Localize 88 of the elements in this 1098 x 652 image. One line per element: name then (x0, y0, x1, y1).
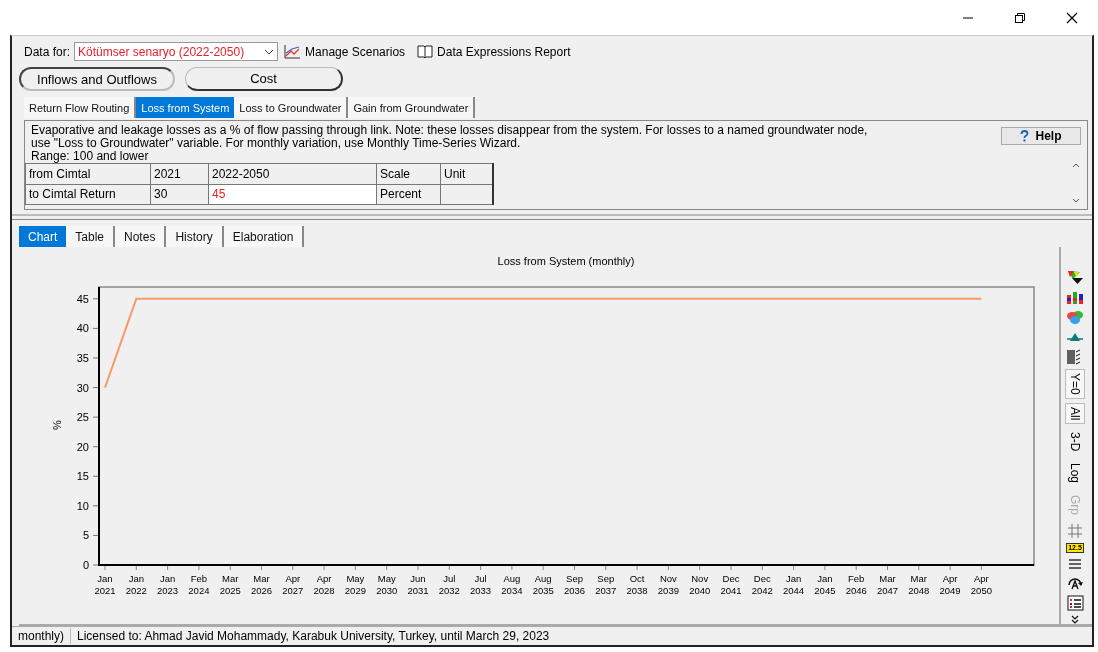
tick-label: Dec 2042 (751, 573, 773, 596)
tick-label: Mar 2026 (250, 573, 273, 596)
tick-label: 20 (76, 440, 89, 453)
tab[interactable]: Elaboration (223, 226, 305, 247)
tick-label: Mar 2025 (219, 573, 241, 596)
tick-label: Mar 2048 (908, 573, 930, 596)
tick-label: 10 (76, 499, 89, 512)
tick-label: Jan 2023 (157, 573, 179, 596)
tick-label: May 2030 (376, 573, 398, 596)
tick-label: Dec 2041 (720, 573, 742, 596)
restore-icon[interactable] (1014, 11, 1026, 24)
double-chevron-icon[interactable] (1071, 615, 1079, 625)
tab[interactable]: Chart (19, 226, 67, 247)
question-icon[interactable] (1020, 130, 1030, 142)
help-button[interactable]: Help (1001, 127, 1081, 145)
chart-toggle-button[interactable]: 3-D (1065, 428, 1085, 456)
line-chart-icon[interactable] (284, 44, 302, 59)
tick-label: Nov 2039 (657, 573, 679, 596)
tab[interactable]: Loss to Groundwater (234, 97, 349, 118)
tick-label: Apr 2028 (313, 573, 335, 596)
tick-label: Aug 2034 (501, 573, 523, 596)
chart-export-icon[interactable] (1066, 269, 1084, 285)
scenario-dropdown[interactable]: Kötümser senaryo (2022-2050) (74, 42, 279, 61)
tick-label: Apr 2049 (939, 573, 961, 596)
chart-toggle-button[interactable]: All (1065, 402, 1085, 425)
category-button[interactable]: Inflows and Outflows (19, 67, 175, 91)
tick-label: 25 (76, 411, 89, 424)
tick-label: Jan 2045 (814, 573, 836, 596)
status-text: monthly) (12, 628, 71, 645)
description-text: Evaporative and leakage losses as a % of flow passing through link. Note: these losses disappear from the system. For losses to a named groundwater node, use "Loss to Groundwater" variable. For monthly variation, use Monthly Time-Series Wizard. (31, 124, 869, 150)
tick-label: 15 (76, 470, 89, 483)
tick-label: Mar 2047 (876, 573, 899, 596)
column-header: Scale (376, 163, 441, 184)
toolbar-link[interactable]: Data Expressions Report (437, 44, 571, 59)
status-text: Licensed to: Ahmad Javid Mohammady, Karabuk University, Turkey, until March 29, 2023 (76, 628, 551, 645)
tick-label: Aug 2035 (532, 573, 554, 596)
column-header: 2021 (150, 163, 209, 184)
tab[interactable]: Return Flow Routing (24, 97, 137, 118)
scroll-down-icon[interactable] (1072, 198, 1080, 203)
tick-label: Jun 2031 (407, 573, 429, 596)
book-icon[interactable] (417, 44, 434, 59)
toolbar-link[interactable]: Manage Scenarios (305, 44, 406, 59)
chart-toggle-button[interactable]: Y=0 (1065, 369, 1085, 399)
row-header: to Cimtal Return (25, 184, 151, 205)
legend-icon[interactable] (1066, 595, 1084, 612)
tick-label: Jul 2032 (438, 573, 460, 596)
tick-label: Sep 2037 (595, 573, 617, 596)
tick-label: Sep 2036 (563, 573, 586, 596)
category-button[interactable]: Cost (185, 67, 343, 91)
tick-label: 40 (76, 322, 89, 335)
bar-chart-icon[interactable] (1066, 289, 1084, 305)
tick-label: Apr 2027 (282, 573, 304, 596)
tick-label: Jan 2021 (94, 573, 116, 596)
tick-label: Feb 2024 (188, 573, 210, 596)
column-header: 2022-2050 (208, 163, 377, 184)
lines-icon[interactable] (1067, 557, 1083, 572)
tick-label: Apr 2050 (970, 573, 992, 596)
chart-title: Loss from System (monthly) (497, 255, 635, 267)
tick-label: Feb 2046 (845, 573, 867, 596)
column-header: from Cimtal (25, 163, 151, 184)
range-text: Range: 100 and lower (30, 150, 150, 162)
rotate-icon[interactable] (1066, 575, 1084, 592)
close-icon[interactable] (1066, 11, 1078, 24)
tick-label: Jul 2033 (470, 573, 492, 596)
chart-toggle-button[interactable]: Log (1065, 459, 1085, 488)
tab[interactable]: History (166, 226, 224, 247)
column-header: Unit (440, 163, 493, 184)
table-cell[interactable]: 30 (150, 184, 209, 205)
tab[interactable]: Gain from Groundwater (348, 97, 476, 118)
field-label: Data for: (24, 44, 71, 59)
tick-label: Oct 2038 (626, 573, 648, 596)
grid-icon[interactable] (1067, 523, 1083, 540)
tick-label: Jan 2022 (125, 573, 147, 596)
table-cell[interactable]: Percent (376, 184, 441, 205)
tick-label: 45 (76, 292, 89, 305)
tick-label: May 2029 (344, 573, 366, 596)
tick-label: Nov 2040 (689, 573, 711, 596)
tab[interactable]: Notes (115, 226, 167, 247)
tick-label: 5 (82, 529, 89, 542)
tick-label: Jan 2044 (783, 573, 805, 596)
tab[interactable]: Loss from System (136, 97, 235, 118)
tick-label: 35 (76, 352, 89, 364)
tick-label: 0 (82, 559, 89, 571)
tab[interactable]: Table (66, 226, 116, 247)
chevron-down-icon[interactable] (264, 48, 275, 55)
scroll-up-icon[interactable] (1072, 163, 1080, 168)
axis-label: % (51, 420, 63, 430)
tick-label: 30 (76, 381, 89, 394)
